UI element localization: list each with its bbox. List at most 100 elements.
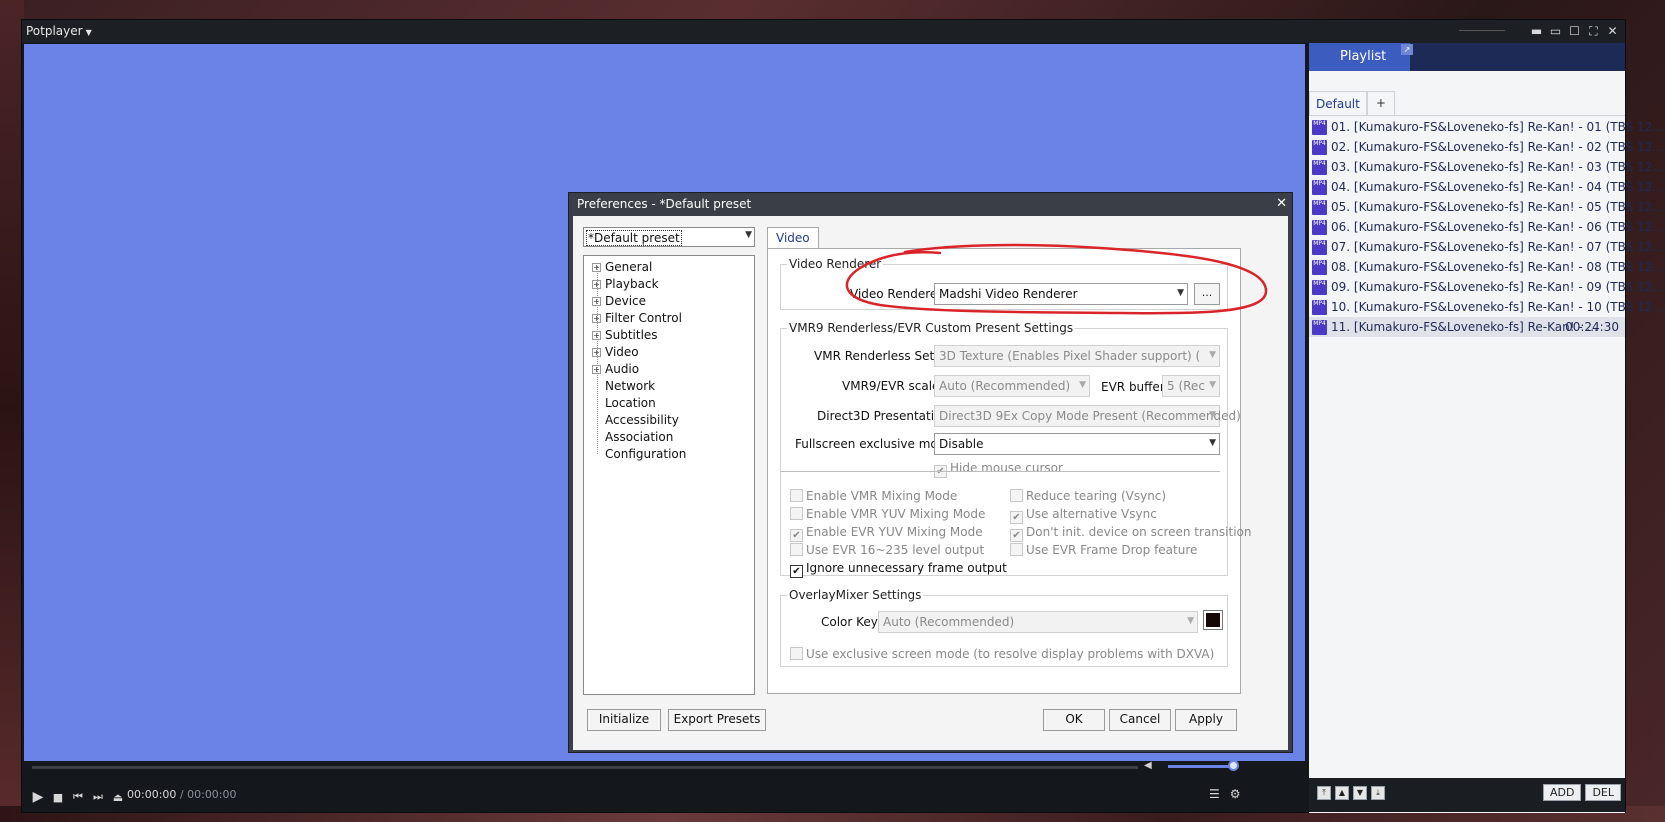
- tree-item-network[interactable]: Network: [605, 379, 655, 397]
- minimize-to-tray-icon[interactable]: ▬: [1528, 22, 1545, 40]
- ok-button[interactable]: OK: [1043, 709, 1105, 731]
- playlist-toggle-icon[interactable]: ☰: [1209, 787, 1220, 801]
- tree-item-subtitles[interactable]: + Subtitles: [592, 328, 658, 346]
- checkbox-icon: ✔: [1010, 511, 1023, 524]
- tree-item-location[interactable]: Location: [605, 396, 656, 414]
- overlaymixer-group-title: OverlayMixer Settings: [787, 588, 924, 602]
- detach-icon[interactable]: ↗: [1401, 44, 1413, 55]
- option-checkbox[interactable]: Use EVR 16~235 level output: [790, 543, 984, 557]
- playlist-item[interactable]: MP4 11. [Kumakuro-FS&Loveneko-fs] Re-Kan!…: [1309, 317, 1625, 337]
- playlist-item-name: 03. [Kumakuro-FS&Loveneko-fs] Re-Kan! - …: [1331, 160, 1664, 174]
- tab-video[interactable]: Video: [767, 227, 819, 249]
- preset-dropdown[interactable]: *Default preset ▼: [583, 227, 755, 247]
- play-icon[interactable]: ▶: [32, 789, 44, 805]
- tree-item-video[interactable]: + Video: [592, 345, 639, 363]
- option-checkbox[interactable]: ✔ Enable EVR YUV Mixing Mode: [790, 525, 983, 542]
- tab-divider: [1309, 115, 1625, 116]
- app-menu-button[interactable]: Potplayer ▼: [26, 24, 92, 38]
- dialog-title-bar[interactable]: Preferences - *Default preset ✕: [569, 193, 1292, 215]
- move-up-icon[interactable]: ▲: [1335, 786, 1349, 800]
- playlist-item[interactable]: MP4 08. [Kumakuro-FS&Loveneko-fs] Re-Kan!…: [1309, 257, 1664, 277]
- fullscreen-mode-select[interactable]: Disable ▼: [934, 433, 1220, 455]
- tree-item-filter-control[interactable]: + Filter Control: [592, 311, 682, 329]
- expand-icon[interactable]: +: [592, 348, 601, 357]
- playlist-item[interactable]: MP4 01. [Kumakuro-FS&Loveneko-fs] Re-Kan!…: [1309, 117, 1664, 137]
- option-checkbox[interactable]: Enable VMR YUV Mixing Mode: [790, 507, 985, 521]
- mp4-file-icon: MP4: [1312, 220, 1327, 235]
- move-top-icon[interactable]: ⤒: [1317, 786, 1331, 800]
- cancel-button[interactable]: Cancel: [1109, 709, 1171, 731]
- maximize-icon[interactable]: ☐: [1566, 22, 1583, 40]
- eject-icon[interactable]: ⏏: [112, 791, 124, 804]
- initialize-button[interactable]: Initialize: [587, 709, 661, 731]
- next-icon[interactable]: ⏭: [92, 790, 104, 804]
- expand-icon[interactable]: +: [592, 314, 601, 323]
- volume-slider[interactable]: [1168, 765, 1236, 768]
- playlist-item[interactable]: MP4 02. [Kumakuro-FS&Loveneko-fs] Re-Kan!…: [1309, 137, 1664, 157]
- delete-button[interactable]: DEL: [1585, 784, 1621, 801]
- option-label: Enable VMR YUV Mixing Mode: [806, 507, 986, 521]
- close-icon[interactable]: ✕: [1604, 22, 1621, 40]
- settings-gear-icon[interactable]: ⚙: [1230, 787, 1241, 801]
- stop-icon[interactable]: ■: [52, 791, 64, 804]
- preferences-dialog: Preferences - *Default preset ✕ *Default…: [568, 192, 1293, 753]
- hide-mouse-cursor-checkbox[interactable]: ✔Hide mouse cursor: [934, 461, 1063, 478]
- playlist-item[interactable]: MP4 03. [Kumakuro-FS&Loveneko-fs] Re-Kan!…: [1309, 157, 1664, 177]
- playlist-list: MP4 01. [Kumakuro-FS&Loveneko-fs] Re-Kan!…: [1309, 117, 1664, 337]
- volume-knob[interactable]: [1228, 760, 1239, 771]
- expand-icon[interactable]: +: [592, 365, 601, 374]
- scaler-select[interactable]: Auto (Recommended) ▼: [934, 375, 1090, 397]
- dialog-close-icon[interactable]: ✕: [1276, 196, 1287, 211]
- tree-item-accessibility[interactable]: Accessibility: [605, 413, 679, 431]
- playlist-panel: Playlist ↗ Default + MP4 01. [Kumakuro-FS…: [1309, 43, 1664, 813]
- total-time: 00:00:00: [187, 788, 237, 801]
- expand-icon[interactable]: +: [592, 297, 601, 306]
- tree-item-configuration[interactable]: Configuration: [605, 447, 686, 465]
- apply-button[interactable]: Apply: [1175, 709, 1237, 731]
- playlist-title[interactable]: Playlist: [1340, 49, 1386, 64]
- expand-icon[interactable]: +: [592, 280, 601, 289]
- d3d-presentation-select[interactable]: Direct3D 9Ex Copy Mode Present (Recommen…: [934, 405, 1241, 427]
- expand-icon[interactable]: +: [592, 263, 601, 272]
- seek-bar[interactable]: [32, 766, 1138, 769]
- evr-buffer-select[interactable]: 5 (Reco ▼: [1162, 375, 1220, 397]
- option-checkbox[interactable]: ✔ Ignore unnecessary frame output: [790, 561, 1007, 578]
- playlist-item[interactable]: MP4 10. [Kumakuro-FS&Loveneko-fs] Re-Kan!…: [1309, 297, 1664, 317]
- playlist-item-name: 11. [Kumakuro-FS&Loveneko-fs] Re-Kan! - …: [1331, 320, 1598, 334]
- checkbox-icon: ✔: [790, 529, 803, 542]
- tree-item-general[interactable]: + General: [592, 260, 652, 278]
- color-key-swatch[interactable]: [1203, 610, 1223, 630]
- tree-item-label: Audio: [605, 362, 640, 376]
- color-key-select[interactable]: Auto (Recommended) ▼: [878, 611, 1198, 633]
- expand-icon[interactable]: +: [592, 331, 601, 340]
- option-checkbox[interactable]: ✔ Use alternative Vsync: [1010, 507, 1157, 524]
- previous-icon[interactable]: ⏮: [72, 790, 84, 804]
- tree-item-audio[interactable]: + Audio: [592, 362, 639, 380]
- exclusive-screen-checkbox[interactable]: Use exclusive screen mode (to resolve di…: [790, 647, 1214, 661]
- checkbox-icon: ✔: [790, 565, 803, 578]
- option-checkbox[interactable]: Enable VMR Mixing Mode: [790, 489, 957, 503]
- tree-item-playback[interactable]: + Playback: [592, 277, 659, 295]
- minimize-icon[interactable]: ▭: [1547, 22, 1564, 40]
- playlist-item[interactable]: MP4 04. [Kumakuro-FS&Loveneko-fs] Re-Kan!…: [1309, 177, 1664, 197]
- option-checkbox[interactable]: ✔ Don't init. device on screen transition: [1010, 525, 1251, 542]
- video-renderer-select[interactable]: Madshi Video Renderer ▼: [934, 283, 1188, 305]
- tab-default[interactable]: Default: [1309, 91, 1367, 115]
- add-button[interactable]: ADD: [1542, 784, 1582, 801]
- option-checkbox[interactable]: Reduce tearing (Vsync): [1010, 489, 1166, 503]
- volume-icon[interactable]: ◀: [1144, 760, 1152, 771]
- playlist-item[interactable]: MP4 09. [Kumakuro-FS&Loveneko-fs] Re-Kan!…: [1309, 277, 1664, 297]
- add-tab-button[interactable]: +: [1366, 91, 1395, 115]
- vmr-setup-select[interactable]: 3D Texture (Enables Pixel Shader support…: [934, 345, 1220, 367]
- tree-item-device[interactable]: + Device: [592, 294, 646, 312]
- video-renderer-settings-button[interactable]: ...: [1194, 283, 1220, 305]
- export-presets-button[interactable]: Export Presets: [668, 709, 766, 731]
- tree-item-association[interactable]: Association: [605, 430, 673, 448]
- playlist-item[interactable]: MP4 06. [Kumakuro-FS&Loveneko-fs] Re-Kan!…: [1309, 217, 1664, 237]
- fullscreen-icon[interactable]: ⛶: [1585, 22, 1602, 40]
- option-checkbox[interactable]: Use EVR Frame Drop feature: [1010, 543, 1197, 557]
- playlist-item[interactable]: MP4 05. [Kumakuro-FS&Loveneko-fs] Re-Kan!…: [1309, 197, 1664, 217]
- move-down-icon[interactable]: ▼: [1353, 786, 1367, 800]
- playlist-item[interactable]: MP4 07. [Kumakuro-FS&Loveneko-fs] Re-Kan!…: [1309, 237, 1664, 257]
- move-bottom-icon[interactable]: ⤓: [1371, 786, 1385, 800]
